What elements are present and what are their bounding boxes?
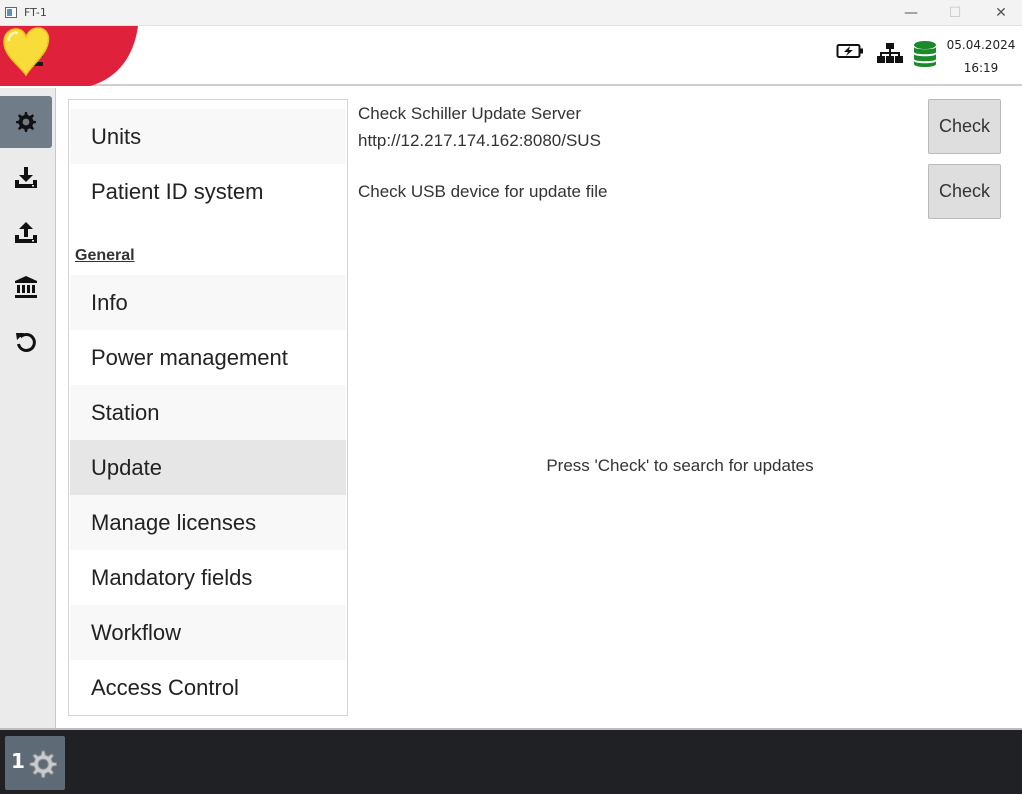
update-panel: Check Schiller Update Server http://12.2… bbox=[348, 88, 1022, 728]
brand-area bbox=[0, 26, 140, 86]
update-status-message: Press 'Check' to search for updates bbox=[546, 456, 814, 475]
download-icon bbox=[15, 167, 37, 188]
nav-upload-button[interactable] bbox=[0, 206, 52, 258]
nav-settings-button[interactable] bbox=[0, 96, 52, 148]
check-usb-button[interactable]: Check bbox=[928, 164, 1001, 219]
heart-logo-icon bbox=[3, 27, 50, 77]
settings-item-mandatory-fields[interactable]: Mandatory fields bbox=[70, 550, 346, 605]
upload-icon bbox=[15, 222, 37, 243]
settings-list: Units Patient ID system General Info Pow… bbox=[68, 99, 348, 716]
app-window-icon bbox=[5, 7, 17, 18]
settings-item-access-control[interactable]: Access Control bbox=[70, 660, 346, 715]
app-header: 05.04.2024 16:19 bbox=[0, 26, 1022, 86]
gear-icon bbox=[29, 750, 57, 778]
nav-download-button[interactable] bbox=[0, 151, 52, 203]
settings-item-patient-id-system[interactable]: Patient ID system bbox=[70, 164, 346, 219]
task-tile-settings[interactable]: 1 bbox=[5, 736, 65, 790]
window-title-bar: FT-1 — ☐ ✕ bbox=[0, 0, 1022, 26]
close-button[interactable]: ✕ bbox=[978, 0, 1022, 26]
archive-icon bbox=[15, 276, 37, 298]
battery-charging-icon bbox=[836, 44, 863, 58]
settings-icon bbox=[16, 112, 36, 132]
database-icon bbox=[914, 41, 936, 67]
settings-item-station[interactable]: Station bbox=[70, 385, 346, 440]
settings-item-power-management[interactable]: Power management bbox=[70, 330, 346, 385]
check-server-button[interactable]: Check bbox=[928, 99, 1001, 154]
maximize-button[interactable]: ☐ bbox=[932, 0, 978, 26]
settings-item-manage-licenses[interactable]: Manage licenses bbox=[70, 495, 346, 550]
settings-item-update[interactable]: Update bbox=[70, 440, 346, 495]
taskbar: 1 bbox=[0, 728, 1022, 794]
settings-item-workflow[interactable]: Workflow bbox=[70, 605, 346, 660]
usb-update-label: Check USB device for update file bbox=[358, 182, 608, 201]
update-server-label: Check Schiller Update Server bbox=[358, 104, 581, 123]
task-tile-number: 1 bbox=[11, 749, 25, 773]
settings-item-units[interactable]: Units bbox=[70, 109, 346, 164]
nav-archive-button[interactable] bbox=[0, 261, 52, 313]
nav-reset-button[interactable] bbox=[0, 316, 52, 368]
reset-icon bbox=[16, 332, 36, 352]
update-server-url: http://12.217.174.162:8080/SUS bbox=[358, 131, 601, 150]
network-icon bbox=[877, 43, 903, 63]
time-label: 16:19 bbox=[963, 61, 999, 75]
settings-item-info[interactable]: Info bbox=[70, 275, 346, 330]
left-nav-rail bbox=[0, 88, 56, 728]
window-title: FT-1 bbox=[24, 6, 47, 19]
section-header-general: General bbox=[75, 247, 135, 264]
minimize-button[interactable]: — bbox=[888, 0, 934, 26]
date-time-display: 05.04.2024 16:19 bbox=[944, 36, 1018, 76]
date-label: 05.04.2024 bbox=[946, 38, 1016, 52]
